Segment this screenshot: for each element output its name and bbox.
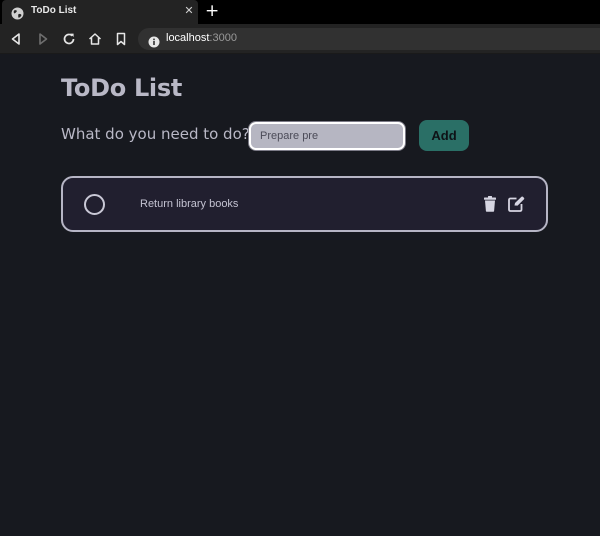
todo-list: Return library books	[61, 176, 548, 232]
home-icon[interactable]	[87, 31, 103, 47]
edit-icon[interactable]	[508, 196, 525, 212]
complete-toggle-icon[interactable]	[84, 194, 105, 215]
new-todo-input[interactable]	[249, 122, 405, 150]
reload-icon[interactable]	[61, 31, 77, 47]
page-title: ToDo List	[61, 74, 183, 102]
close-icon[interactable]: ✕	[183, 4, 195, 18]
address-bar[interactable]: localhost:3000	[138, 28, 600, 50]
trash-icon[interactable]	[483, 196, 497, 212]
bookmark-icon[interactable]	[113, 31, 129, 47]
back-icon[interactable]	[8, 31, 24, 47]
info-icon[interactable]	[148, 33, 160, 48]
todo-prompt-label: What do you need to do?	[61, 125, 250, 143]
add-button[interactable]: Add	[419, 120, 469, 151]
browser-tab[interactable]: ToDo List ✕	[2, 0, 198, 24]
forward-icon[interactable]	[35, 31, 51, 47]
new-tab-icon[interactable]: +	[205, 2, 219, 20]
browser-toolbar: localhost:3000	[0, 24, 600, 54]
url-text: localhost:3000	[166, 32, 237, 44]
todo-text: Return library books	[140, 198, 239, 210]
tab-title: ToDo List	[31, 5, 77, 16]
page-content: ToDo List What do you need to do? Add Re…	[0, 55, 600, 536]
url-host: localhost	[166, 32, 210, 44]
todo-item: Return library books	[61, 176, 548, 232]
globe-icon	[11, 5, 24, 20]
url-port: :3000	[209, 32, 237, 44]
browser-tab-strip: ToDo List ✕ +	[0, 0, 600, 24]
